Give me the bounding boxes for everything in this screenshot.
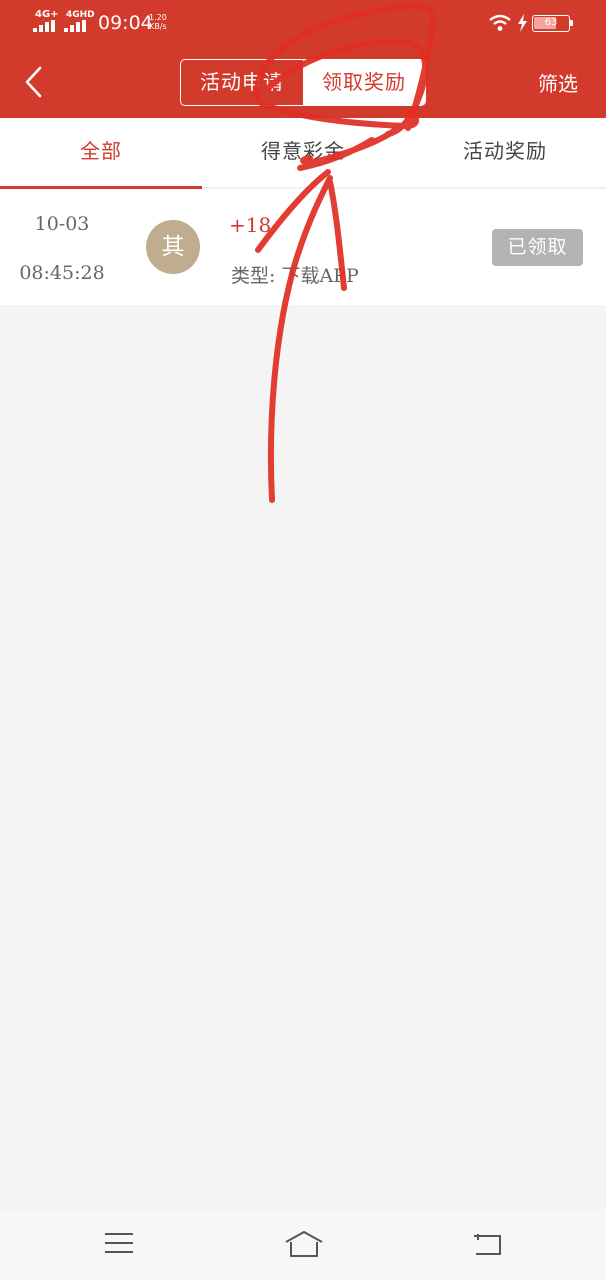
status-badge: 已领取 [492, 229, 583, 266]
signal-2-label: 4GHD [66, 10, 95, 20]
tab-bonus-label: 得意彩金 [261, 139, 345, 163]
battery-level: 63 [544, 17, 558, 28]
charging-bolt-icon [518, 14, 527, 32]
status-bar: 4G+ 4GHD 09:04 1.20 KB/s 63 [0, 0, 606, 46]
system-nav-bar [0, 1210, 606, 1280]
category-tabs: 全部 得意彩金 活动奖励 [0, 118, 606, 189]
signal-1-label: 4G+ [35, 9, 59, 20]
network-speed-unit: KB/s [149, 22, 167, 31]
filter-button[interactable]: 筛选 [538, 68, 578, 97]
home-button[interactable] [284, 1230, 324, 1262]
network-speed: 1.20 KB/s [149, 13, 167, 31]
tab-bonus[interactable]: 得意彩金 [202, 118, 404, 188]
back-arrow-icon [25, 66, 42, 98]
segment-claim-reward[interactable]: 领取奖励 [303, 60, 425, 105]
tab-all[interactable]: 全部 [0, 118, 202, 189]
back-button[interactable] [20, 64, 50, 100]
home-icon [285, 1231, 323, 1257]
menu-button[interactable] [104, 1230, 134, 1260]
wifi-icon [489, 14, 511, 31]
app-header: 4G+ 4GHD 09:04 1.20 KB/s 63 活动申请 领取奖励 筛选 [0, 0, 606, 118]
record-date: 10-03 [34, 213, 90, 235]
segment-control: 活动申请 领取奖励 [180, 59, 426, 106]
signal-2-icon: 4GHD [64, 10, 95, 34]
network-speed-value: 1.20 [149, 13, 167, 22]
tab-all-label: 全部 [80, 139, 122, 163]
return-button[interactable] [472, 1230, 504, 1262]
status-clock: 09:04 [98, 12, 153, 34]
menu-icon [105, 1233, 133, 1253]
avatar: 其 [146, 220, 200, 274]
battery-icon: 63 [532, 15, 573, 32]
record-amount: +18 [229, 213, 272, 237]
return-icon [474, 1234, 501, 1255]
record-type: 类型: 下载APP [231, 265, 359, 287]
record-time: 08:45:28 [19, 262, 105, 284]
segment-activity-apply[interactable]: 活动申请 [181, 60, 303, 105]
signal-1-icon: 4G+ [33, 10, 61, 34]
tab-activity-reward[interactable]: 活动奖励 [404, 118, 606, 188]
tab-activity-reward-label: 活动奖励 [463, 139, 547, 163]
list-item[interactable]: 10-03 08:45:28 其 +18 类型: 下载APP 已领取 [0, 189, 606, 305]
